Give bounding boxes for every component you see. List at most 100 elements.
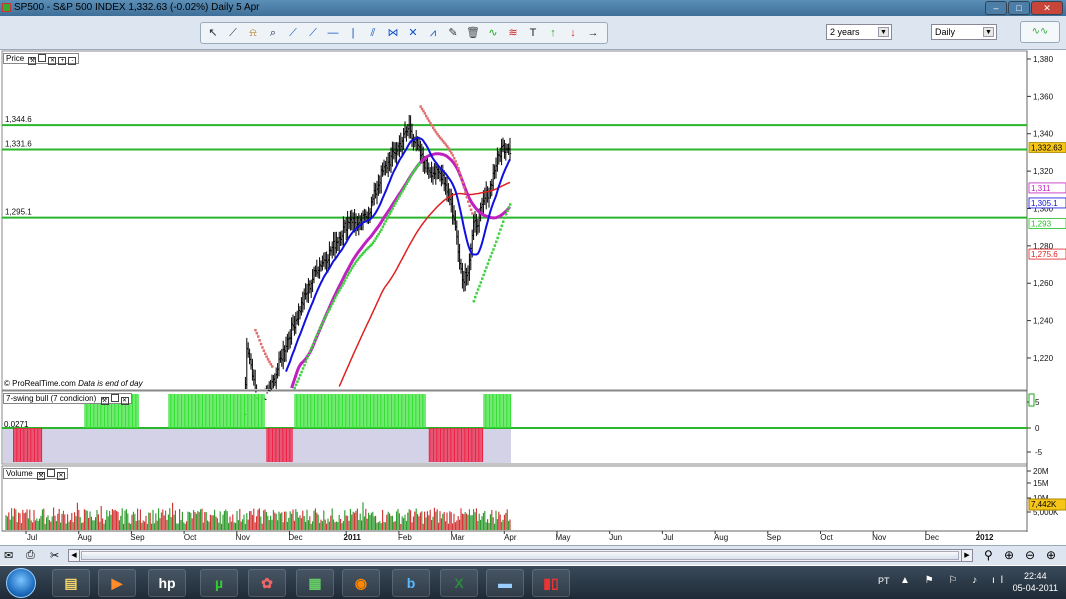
swing-bull-bar <box>412 394 414 428</box>
swing-bull-bar <box>496 394 498 428</box>
b-app-icon[interactable]: b <box>392 569 430 597</box>
swing-bull-bar <box>392 394 394 428</box>
firefox-icon[interactable]: ◉ <box>342 569 380 597</box>
utorrent-icon[interactable]: µ <box>200 569 238 597</box>
trendline-tool-icon[interactable]: ⟋ <box>286 26 300 40</box>
system-clock[interactable]: 22:44 05-04-2011 <box>1013 570 1058 594</box>
scissors-icon[interactable]: ✂ <box>50 549 59 562</box>
swing-y-tick: 0 <box>1035 424 1040 433</box>
arrow-down-tool-icon[interactable]: ↓ <box>566 26 580 40</box>
explorer-icon[interactable]: ▤ <box>52 569 90 597</box>
parabolic-sar-dot <box>427 119 431 123</box>
zoom-reset-icon[interactable]: ⊕ <box>1004 548 1014 562</box>
swing-bull-bar <box>419 394 421 428</box>
window-icon[interactable] <box>38 54 47 62</box>
prorealtime-icon[interactable]: ▬ <box>486 569 524 597</box>
horizontal-line-tool-icon[interactable]: — <box>326 26 340 40</box>
volume-panel-header[interactable]: Volume ⚒ ✕ <box>3 468 68 480</box>
pointer-tool-icon[interactable]: ↖ <box>206 26 220 40</box>
text-tool-icon[interactable]: T <box>526 26 540 40</box>
wrench-icon[interactable]: ⚒ <box>100 397 109 405</box>
close-button[interactable]: ✕ <box>1031 1 1063 15</box>
scroll-left-arrow[interactable]: ◀ <box>69 550 80 561</box>
interval-select[interactable]: Daily ▼ <box>931 24 997 40</box>
ray-tool-icon[interactable]: ⟋ <box>306 26 320 40</box>
language-indicator[interactable]: PT <box>878 576 890 586</box>
paint-icon[interactable]: ✿ <box>248 569 286 597</box>
hp-icon[interactable]: hp <box>148 569 186 597</box>
swing-bull-bar <box>491 394 493 428</box>
minimize-button[interactable]: – <box>985 1 1007 15</box>
arrow-up-tool-icon[interactable]: ↑ <box>546 26 560 40</box>
swing-bull-bar <box>308 394 310 428</box>
delete-tool-icon[interactable]: 🗑 <box>466 26 480 40</box>
swing-bull-bar <box>253 394 255 428</box>
close-icon[interactable]: ✕ <box>120 397 129 405</box>
swing-panel-header[interactable]: 7-swing bull (7 condicion) ⚒ ✕ <box>3 393 132 405</box>
mail-icon[interactable]: ✉ <box>4 549 13 562</box>
start-orb-icon[interactable] <box>6 568 36 598</box>
parabolic-sar-dot <box>329 305 333 308</box>
plus-icon[interactable]: + <box>58 57 67 65</box>
parabolic-sar-dot <box>397 197 400 200</box>
swing-bear-bar <box>284 428 286 462</box>
window-icon[interactable] <box>110 394 119 402</box>
parabolic-sar-dot <box>307 353 310 357</box>
vertical-line-tool-icon[interactable]: | <box>346 26 360 40</box>
maximize-button[interactable]: □ <box>1008 1 1030 15</box>
close-icon[interactable]: ✕ <box>56 472 65 480</box>
drawing-tools: ↖ ⟋ ⍾ ⌕ ⟋ ⟋ — | ⫽ ⋈ ✕ ⩘ ✎ 🗑 ∿ ≋ T ↑ ↓ → <box>200 22 608 44</box>
print-icon[interactable]: ⎙ <box>26 549 35 562</box>
chart-canvas[interactable]: 1,3801,3601,3401,3201,3001,2801,2601,240… <box>0 50 1066 545</box>
zoom-fit-icon[interactable]: ⚲ <box>984 548 993 562</box>
parabolic-sar-dot <box>503 216 506 220</box>
parabolic-sar-dot <box>297 377 301 380</box>
wrench-icon[interactable]: ⚒ <box>36 472 45 480</box>
price-panel <box>1 50 1028 391</box>
pen-tool-icon[interactable]: ✎ <box>446 26 460 40</box>
taskbar: ▤ ▶ hp µ ✿ ▦ ◉ b X ▬ ▮▯ PT ▲ ⚑ ⚐ ♪ ıl 22:44 05-04-… <box>0 566 1066 599</box>
parabolic-sar-dot <box>455 163 459 166</box>
mixer-icon[interactable]: ▦ <box>296 569 334 597</box>
close-icon[interactable]: ✕ <box>48 57 57 65</box>
swing-bull-bar <box>224 394 226 428</box>
period-select[interactable]: 2 years ▼ <box>826 24 892 40</box>
price-panel-header[interactable]: Price ⚒ ✕ + - <box>3 53 80 65</box>
swing-bear-bar <box>277 428 279 462</box>
swing-bull-bar <box>209 394 211 428</box>
swing-bull-bar <box>133 394 135 428</box>
wrench-icon[interactable]: ⚒ <box>28 57 37 65</box>
parabolic-sar-dot <box>390 209 393 213</box>
parabolic-sar-dot <box>504 212 508 216</box>
scroll-thumb[interactable] <box>81 551 959 560</box>
arrow-right-tool-icon[interactable]: → <box>586 26 600 40</box>
alert-tool-icon[interactable]: ⍾ <box>246 26 260 40</box>
cycle-tool-icon[interactable]: ≋ <box>506 26 520 40</box>
window-icon[interactable] <box>46 469 55 477</box>
channel-tool-icon[interactable]: ⫽ <box>366 26 380 40</box>
cross-tool-icon[interactable]: ✕ <box>406 26 420 40</box>
swing-bull-bar <box>258 394 260 428</box>
zoom-in-icon[interactable]: ⊕ <box>1046 548 1056 562</box>
swing-bear-bar <box>290 428 292 462</box>
ruler-tool-icon[interactable]: ⟋ <box>226 26 240 40</box>
fibonacci-tool-icon[interactable]: ⋈ <box>386 26 400 40</box>
excel-icon[interactable]: X <box>440 569 478 597</box>
media-player-icon[interactable]: ▶ <box>98 569 136 597</box>
indicator-tool-icon[interactable]: ∿ <box>486 26 500 40</box>
swing-bull-bar <box>424 394 426 428</box>
swing-bear-bar <box>274 428 276 462</box>
chart-app-icon[interactable]: ▮▯ <box>532 569 570 597</box>
swing-bull-bar <box>353 394 355 428</box>
tray-icons[interactable]: ▲ ⚑ ⚐ ♪ ıl <box>900 575 1009 586</box>
scroll-right-arrow[interactable]: ▶ <box>961 550 972 561</box>
chart-style-icon[interactable]: ∿∿ <box>1020 21 1060 43</box>
zoom-out-icon[interactable]: ⊖ <box>1025 548 1035 562</box>
swing-bull-bar <box>347 394 349 428</box>
parabolic-sar-dot <box>391 207 394 210</box>
horizontal-scrollbar[interactable]: ◀ ▶ <box>68 549 973 562</box>
pattern-tool-icon[interactable]: ⩘ <box>426 26 440 40</box>
zoom-tool-icon[interactable]: ⌕ <box>266 26 280 40</box>
swing-bull-bar <box>210 394 212 428</box>
minus-icon[interactable]: - <box>68 57 77 65</box>
